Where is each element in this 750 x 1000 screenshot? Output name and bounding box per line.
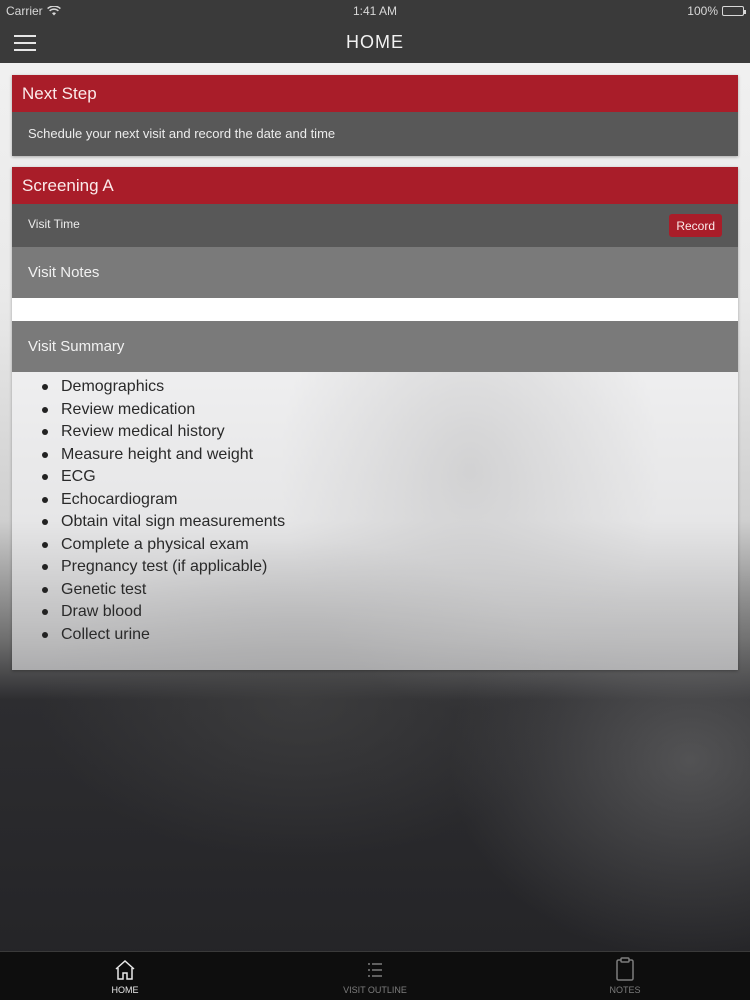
tab-home-label: HOME [111,985,139,995]
summary-item-text: Collect urine [61,625,150,643]
visit-notes-header: Visit Notes [12,247,738,298]
bullet-icon [42,609,48,616]
carrier-label: Carrier [6,4,43,18]
summary-item: Review medical history [42,421,738,444]
summary-item-text: Review medication [61,400,196,418]
battery-icon [722,6,746,16]
summary-item-text: Demographics [61,378,165,395]
tab-notes-label: NOTES [609,985,641,995]
screening-card: Screening A Visit Time Record Visit Note… [12,167,738,670]
summary-item: Review medication [42,399,738,422]
visit-summary-header: Visit Summary [12,321,738,372]
visit-time-row: Visit Time Record [12,204,738,247]
page-title: HOME [346,32,404,52]
summary-item: Draw blood [42,601,738,624]
bullet-icon [42,429,48,436]
tab-notes[interactable]: NOTES [500,952,750,1000]
carrier-indicator: Carrier [6,4,61,18]
tab-home[interactable]: HOME [0,952,250,1000]
bullet-icon [42,586,48,593]
bullet-icon [42,519,48,526]
bullet-icon [42,564,48,571]
bullet-icon [42,474,48,481]
battery-percent: 100% [687,4,718,18]
nav-bar: HOME [0,22,750,63]
wifi-icon [46,6,61,16]
status-time: 1:41 AM [352,4,398,18]
summary-item-text: Echocardiogram [61,490,178,508]
summary-item: Echocardiogram [42,489,738,512]
bullet-icon [42,496,48,503]
next-step-text: Schedule your next visit and record the … [12,112,738,156]
summary-item: Measure height and weight [42,444,738,467]
bullet-icon [42,631,48,638]
summary-item-text: Review medical history [61,423,225,440]
visit-notes-field[interactable] [12,298,738,321]
summary-item: Genetic test [42,579,738,602]
summary-item: Demographics [42,376,738,399]
summary-item: ECG [42,466,738,489]
next-step-header: Next Step [12,75,738,112]
summary-item: Obtain vital sign measurements [42,511,738,534]
bullet-icon [42,406,48,413]
summary-item-text: Obtain vital sign measurements [61,513,286,530]
summary-item-text: Complete a physical exam [61,535,249,553]
visit-summary-list: Demographics Review medication Review medi… [12,372,738,646]
summary-item: Pregnancy test (if applicable) [42,556,738,579]
list-icon [368,963,382,977]
bullet-icon [42,451,48,458]
hamburger-icon[interactable] [14,32,42,54]
home-icon [115,959,135,980]
visit-time-label: Visit Time [28,217,80,231]
bullet-icon [42,541,48,548]
battery-indicator: 100% [687,4,746,18]
bullet-icon [42,384,48,391]
summary-item-text: Genetic test [61,580,147,598]
summary-item: Complete a physical exam [42,534,738,557]
tab-visit-outline-label: VISIT OUTLINE [343,985,407,995]
tab-bar: HOME VISIT OUTLINE NOTES [0,951,750,1000]
summary-item-text: Pregnancy test (if applicable) [61,558,268,575]
summary-item: Collect urine [42,624,738,647]
summary-item-text: ECG [61,468,96,485]
status-bar: Carrier 1:41 AM 100% [0,0,750,22]
summary-item-text: Draw blood [61,603,142,620]
next-step-card: Next Step Schedule your next visit and r… [12,75,738,156]
record-button[interactable]: Record [669,214,722,237]
screening-header: Screening A [12,167,738,204]
clipboard-icon [616,957,634,981]
tab-visit-outline[interactable]: VISIT OUTLINE [250,952,500,1000]
summary-item-text: Measure height and weight [61,445,254,463]
